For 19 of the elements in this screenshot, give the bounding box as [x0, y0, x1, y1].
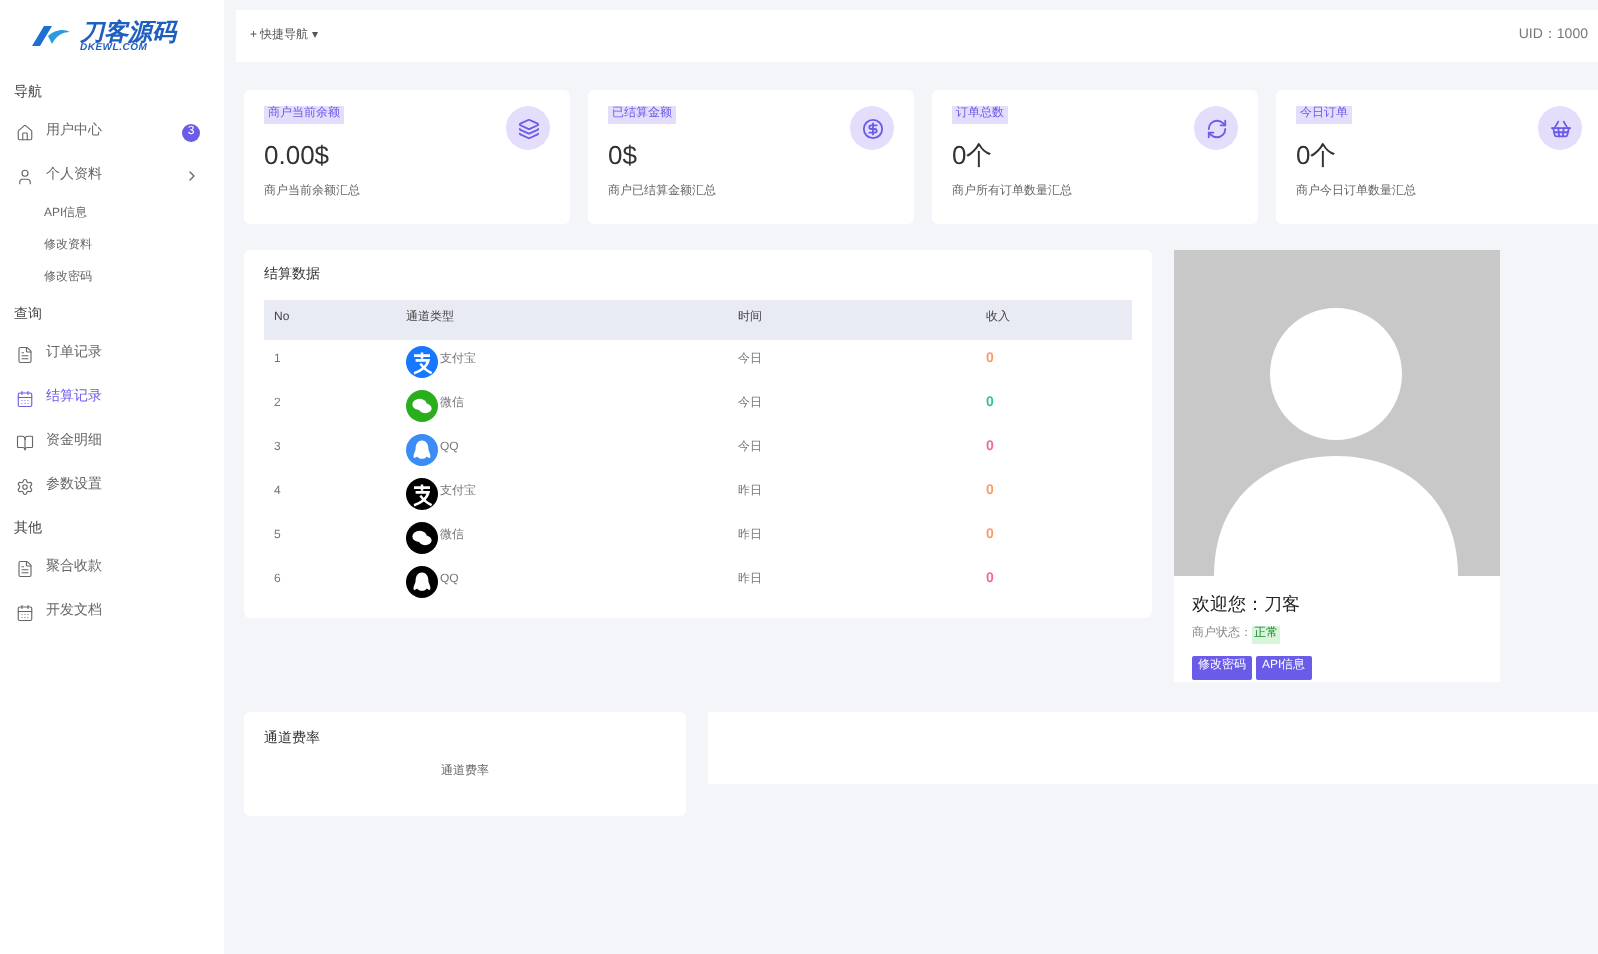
calendar-icon	[16, 389, 34, 407]
stat-value: 0$	[608, 138, 639, 174]
home-icon	[16, 123, 34, 141]
stat-value: 0.00$	[264, 138, 332, 174]
logo-icon	[28, 22, 72, 50]
layers-icon	[517, 117, 539, 139]
welcome-text: 欢迎您：刀客	[1192, 592, 1302, 618]
document-icon	[16, 345, 34, 363]
stat-value: 0个	[1296, 138, 1339, 174]
settings-icon	[16, 477, 34, 495]
user-icon	[16, 167, 34, 185]
basket-icon	[1549, 117, 1571, 139]
book-icon	[16, 433, 34, 451]
logo-name: 刀客源码	[80, 19, 176, 43]
refresh-icon	[1205, 117, 1227, 139]
document-icon	[16, 559, 34, 577]
coin-icon	[861, 117, 883, 139]
calendar-icon	[16, 603, 34, 621]
stat-value: 0个	[952, 138, 995, 174]
